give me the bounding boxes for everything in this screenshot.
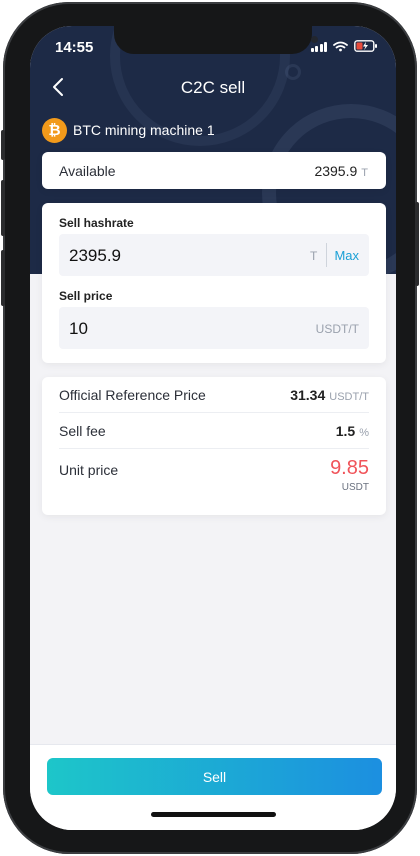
volume-up-button	[1, 180, 5, 236]
reference-price-unit: USDT/T	[329, 391, 369, 403]
sell-form-card: Sell hashrate 2395.9 T Max Sell price 10…	[42, 203, 386, 363]
max-button[interactable]: Max	[334, 248, 359, 263]
battery-charging-icon	[354, 40, 377, 52]
phone-frame: 14:55 C2C sell ₿ BTC mining machine 1 Av…	[1, 2, 419, 854]
status-time: 14:55	[55, 39, 94, 56]
sell-fee-value: 1.5%	[336, 423, 369, 439]
available-value: 2395.9 T	[314, 163, 368, 179]
app-screen: 14:55 C2C sell ₿ BTC mining machine 1 Av…	[30, 26, 396, 830]
unit-price-unit: USDT	[341, 482, 369, 493]
reference-price-value: 31.34 USDT/T	[290, 387, 369, 403]
hashrate-unit: T	[310, 249, 318, 263]
hashrate-input[interactable]: 2395.9 T Max	[59, 234, 369, 276]
unit-price-label: Unit price	[59, 462, 119, 478]
bitcoin-icon: ₿	[42, 118, 67, 143]
reference-price-amount: 31.34	[290, 387, 326, 403]
power-button	[415, 202, 419, 286]
reference-price-label: Official Reference Price	[59, 387, 206, 403]
hashrate-value: 2395.9	[69, 246, 121, 265]
sell-fee-unit: %	[359, 427, 369, 439]
price-value: 10	[69, 319, 88, 338]
price-label: Sell price	[59, 289, 113, 303]
mute-switch	[1, 130, 5, 160]
unit-price-value: 9.85	[330, 457, 369, 479]
notch	[114, 26, 312, 54]
sell-button[interactable]: Sell	[47, 758, 382, 795]
sell-fee-amount: 1.5	[335, 423, 356, 439]
status-icons	[310, 40, 379, 52]
available-label: Available	[59, 163, 116, 179]
page-title: C2C sell	[180, 78, 246, 97]
field-divider	[326, 243, 327, 267]
price-unit: USDT/T	[315, 322, 359, 336]
summary-card: Official Reference Price 31.34 USDT/T Sel…	[42, 377, 386, 515]
divider	[59, 412, 369, 413]
sell-fee-label: Sell fee	[59, 423, 106, 439]
available-unit: T	[361, 167, 368, 179]
available-amount: 2395.9	[314, 163, 358, 179]
divider	[59, 448, 369, 449]
volume-down-button	[1, 250, 5, 306]
price-input[interactable]: 10 USDT/T	[59, 307, 369, 349]
home-indicator	[151, 812, 276, 817]
signal-icon	[310, 41, 327, 52]
machine-name: BTC mining machine 1	[73, 122, 215, 138]
available-card: Available 2395.9 T	[42, 152, 386, 189]
hashrate-label: Sell hashrate	[59, 216, 134, 230]
wifi-icon	[333, 41, 348, 51]
